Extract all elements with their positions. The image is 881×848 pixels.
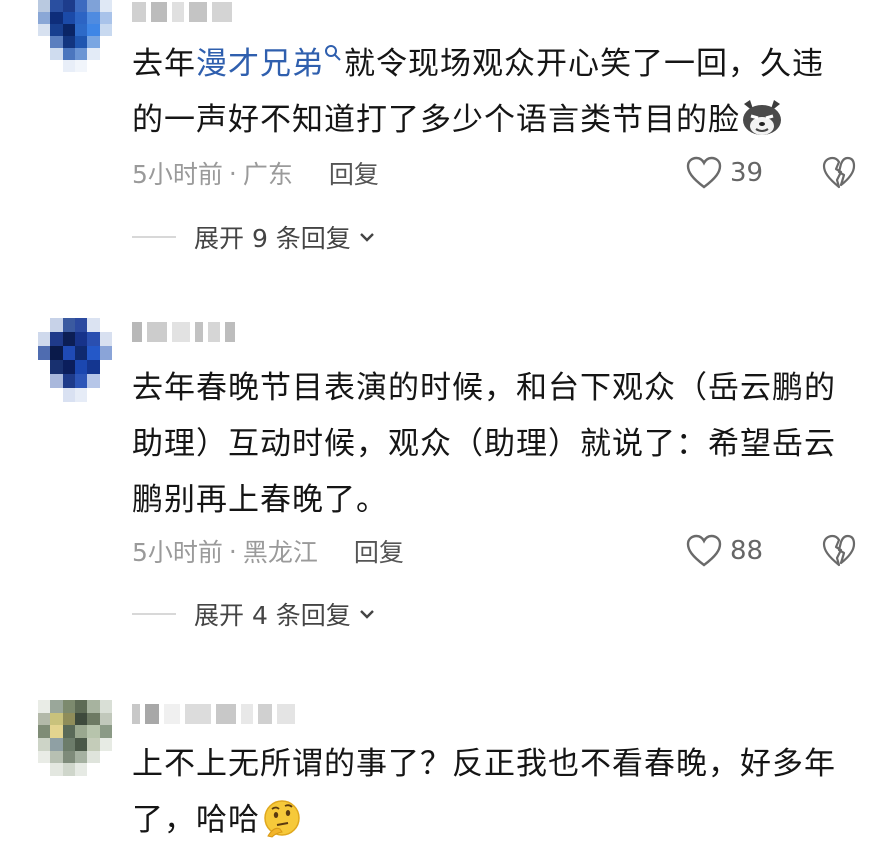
heart-icon <box>686 534 722 567</box>
reply-button[interactable]: 回复 <box>354 533 404 569</box>
divider <box>132 236 176 238</box>
expand-replies[interactable]: 展开 9 条回复 <box>132 221 377 253</box>
timestamp: 5小时前 <box>132 538 223 567</box>
location: 广东 <box>242 160 293 189</box>
username[interactable] <box>132 702 295 726</box>
chevron-down-icon <box>359 610 374 619</box>
avatar[interactable] <box>38 318 112 402</box>
dislike-icon[interactable] <box>822 156 856 190</box>
avatar[interactable] <box>38 700 112 776</box>
search-icon[interactable] <box>324 44 342 66</box>
smirk-wolf-emoji <box>743 99 781 135</box>
like-button[interactable]: 39 <box>686 155 763 191</box>
divider <box>132 613 176 615</box>
comment-text: 上不上无所谓的事了？反正我也不看春晚，好多年了，哈哈 <box>132 746 836 838</box>
topic-link[interactable]: 漫才兄弟 <box>196 46 324 82</box>
reply-button[interactable]: 回复 <box>329 155 379 191</box>
heart-icon <box>686 156 722 189</box>
comment-meta: 5小时前 · 广东 回复 <box>132 155 379 191</box>
expand-replies[interactable]: 展开 4 条回复 <box>132 598 377 630</box>
comment-meta: 5小时前 · 黑龙江 回复 <box>132 533 404 569</box>
like-count: 88 <box>730 536 764 566</box>
like-count: 39 <box>730 158 764 188</box>
like-button[interactable]: 88 <box>686 533 763 569</box>
dislike-icon[interactable] <box>822 534 856 568</box>
chevron-down-icon <box>359 233 374 242</box>
comment-text: 去年春晚节目表演的时候，和台下观众（岳云鹏的助理）互动时候，观众（助理）就说了：… <box>132 370 836 518</box>
location: 黑龙江 <box>242 538 318 567</box>
timestamp: 5小时前 <box>132 160 223 189</box>
comment-text: 去年漫才兄弟 就令现场观众开心笑了一回，久违的一声好不知道打了多少个语言类节目的脸 <box>132 44 824 138</box>
thinking-face-emoji <box>264 799 300 838</box>
username[interactable] <box>132 320 235 344</box>
avatar[interactable] <box>38 0 112 72</box>
username[interactable] <box>132 0 232 24</box>
